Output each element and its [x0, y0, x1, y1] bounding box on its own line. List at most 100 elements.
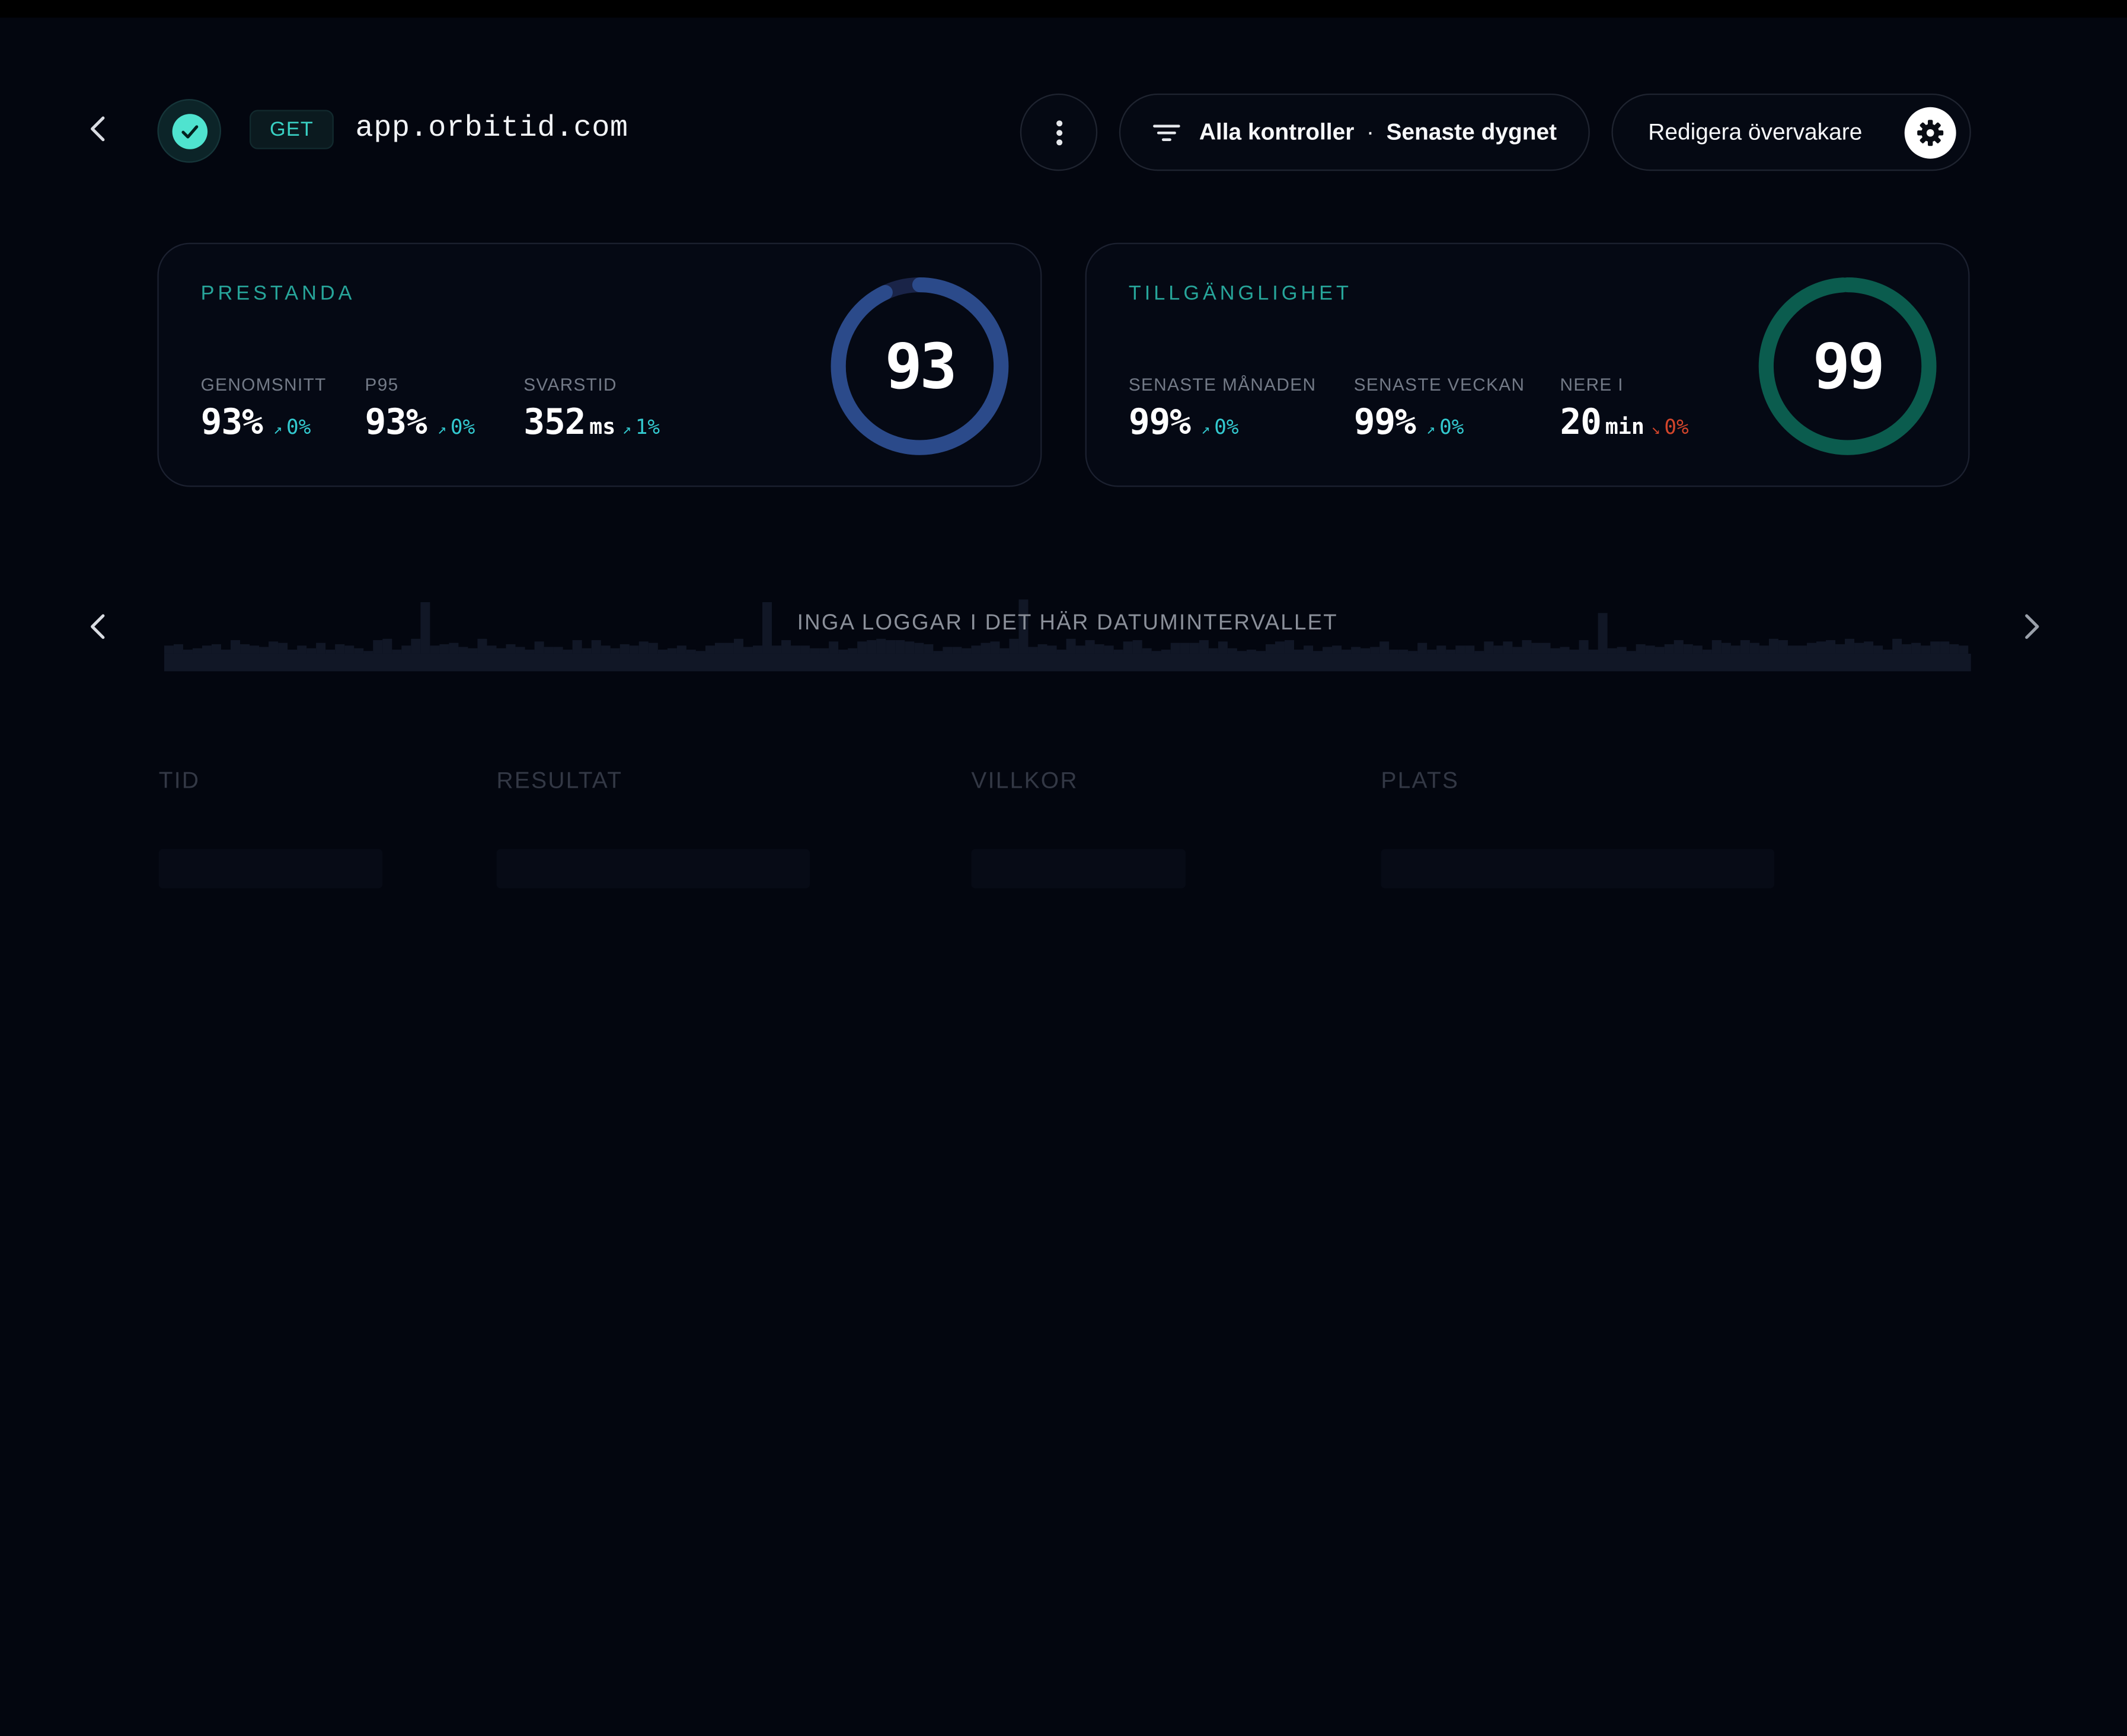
histogram-bar	[1455, 645, 1465, 654]
histogram-bar	[686, 650, 696, 654]
timeline-next-button[interactable]	[2013, 608, 2051, 645]
column-header-result[interactable]: RESULTAT	[497, 768, 623, 795]
monitor-detail-page: GET app.orbitid.com Alla kontroller · Se…	[0, 0, 2127, 1736]
metric-label: SVARSTID	[523, 374, 617, 395]
metric-last-month: SENASTE MÅNADEN 99% ↗ 0%	[1129, 375, 1316, 444]
loading-skeleton-cell	[1381, 849, 1775, 888]
histogram-bar	[867, 640, 877, 654]
histogram-bar	[430, 645, 440, 654]
histogram-bar	[1949, 644, 1959, 654]
histogram-bar	[1323, 647, 1333, 654]
histogram-bar	[1294, 650, 1304, 654]
histogram-bar	[1085, 640, 1095, 654]
histogram-bar	[1959, 645, 1969, 654]
histogram-bar	[1721, 642, 1731, 654]
histogram-bar	[1351, 647, 1361, 654]
timeline-prev-button[interactable]	[79, 608, 117, 645]
histogram-bar	[1759, 645, 1769, 654]
histogram-bar	[1218, 641, 1228, 654]
histogram-bar	[1797, 645, 1807, 654]
histogram-bar	[1436, 645, 1446, 654]
histogram-bar	[1389, 650, 1399, 654]
histogram-bar	[325, 650, 336, 654]
histogram-bar	[1360, 648, 1371, 654]
histogram-bar	[886, 640, 896, 654]
filter-button[interactable]: Alla kontroller · Senaste dygnet	[1119, 93, 1590, 171]
histogram-bar	[1379, 641, 1390, 654]
histogram-bar	[1094, 644, 1104, 654]
top-edge-strip	[0, 0, 2127, 18]
histogram-bar	[515, 647, 525, 654]
filter-checks-label: Alla kontroller	[1199, 119, 1355, 145]
histogram-bar	[1474, 651, 1484, 654]
histogram-bar	[202, 645, 212, 654]
histogram-bar	[1636, 644, 1646, 654]
histogram-bar	[1037, 644, 1047, 654]
histogram-bar	[724, 642, 734, 654]
histogram-bar	[1588, 650, 1598, 654]
histogram-bar	[1778, 640, 1788, 654]
histogram-bar	[1113, 650, 1123, 654]
histogram-bar	[999, 648, 1010, 654]
performance-score: 93	[884, 330, 957, 403]
histogram-bar	[278, 642, 288, 654]
back-button[interactable]	[79, 108, 117, 149]
histogram-bar	[1674, 640, 1684, 654]
check-circle-icon	[171, 113, 207, 149]
column-header-location[interactable]: PLATS	[1381, 768, 1459, 795]
histogram-bar	[1655, 647, 1665, 654]
trend-value: 0%	[450, 415, 475, 440]
metric-label: P95	[365, 374, 399, 395]
histogram-bar	[1151, 651, 1161, 654]
histogram-bar	[1816, 641, 1826, 654]
histogram-bar	[1683, 644, 1693, 654]
loading-skeleton-cell	[496, 849, 810, 888]
histogram-bar	[971, 645, 981, 654]
edit-monitor-label: Redigera övervakare	[1648, 119, 1863, 145]
performance-card: PRESTANDA GENOMSNITT 93% ↗ 0% P95 93% ↗ 0%…	[157, 242, 1042, 487]
trend-badge: ↗ 0%	[437, 415, 475, 439]
histogram-bar	[401, 645, 411, 654]
histogram-bar	[733, 638, 743, 654]
histogram-bar	[610, 648, 620, 654]
histogram-bar	[1864, 641, 1874, 654]
trend-value: 0%	[1439, 415, 1464, 440]
trend-badge: ↗ 0%	[1201, 415, 1238, 439]
histogram-bar	[382, 638, 392, 654]
histogram-bar	[496, 648, 506, 654]
metric-label: NERE I	[1560, 374, 1624, 395]
histogram-bar	[1617, 647, 1627, 654]
histogram-bar	[1256, 651, 1266, 654]
column-header-time[interactable]: TID	[159, 768, 200, 795]
arrow-up-right-icon: ↗	[1201, 420, 1211, 439]
histogram-bar	[705, 645, 715, 654]
histogram-bar	[259, 647, 269, 654]
histogram-bar	[914, 642, 924, 654]
histogram-bar	[1465, 645, 1475, 654]
histogram-bar	[297, 645, 307, 654]
histogram-bar	[1692, 645, 1703, 654]
histogram-bar	[1749, 642, 1759, 654]
histogram-bar	[1180, 642, 1190, 654]
performance-title: PRESTANDA	[200, 282, 356, 305]
histogram-bar	[1531, 642, 1541, 654]
histogram-bar	[354, 648, 364, 654]
column-header-conditions[interactable]: VILLKOR	[971, 768, 1078, 795]
arrow-up-right-icon: ↗	[273, 420, 283, 439]
filter-separator: ·	[1366, 119, 1374, 145]
metric-value: 93%	[200, 402, 263, 444]
histogram-bar	[1702, 650, 1712, 654]
histogram-bar	[1940, 641, 1950, 654]
histogram-bar	[1835, 644, 1845, 654]
availability-score-gauge: 99	[1754, 273, 1941, 460]
trend-badge: ↗ 1%	[622, 415, 660, 439]
trend-value: 0%	[1214, 415, 1239, 440]
metric-p95: P95 93% ↗ 0%	[365, 375, 475, 444]
histogram-bar	[1417, 642, 1427, 654]
histogram-bar	[962, 648, 972, 654]
more-options-button[interactable]	[1020, 93, 1098, 171]
metric-downtime: NERE I 20 min ↘ 0%	[1560, 375, 1689, 444]
edit-monitor-button[interactable]: Redigera övervakare	[1611, 93, 1971, 171]
histogram-bar	[676, 645, 686, 654]
histogram-bar	[1342, 650, 1352, 654]
